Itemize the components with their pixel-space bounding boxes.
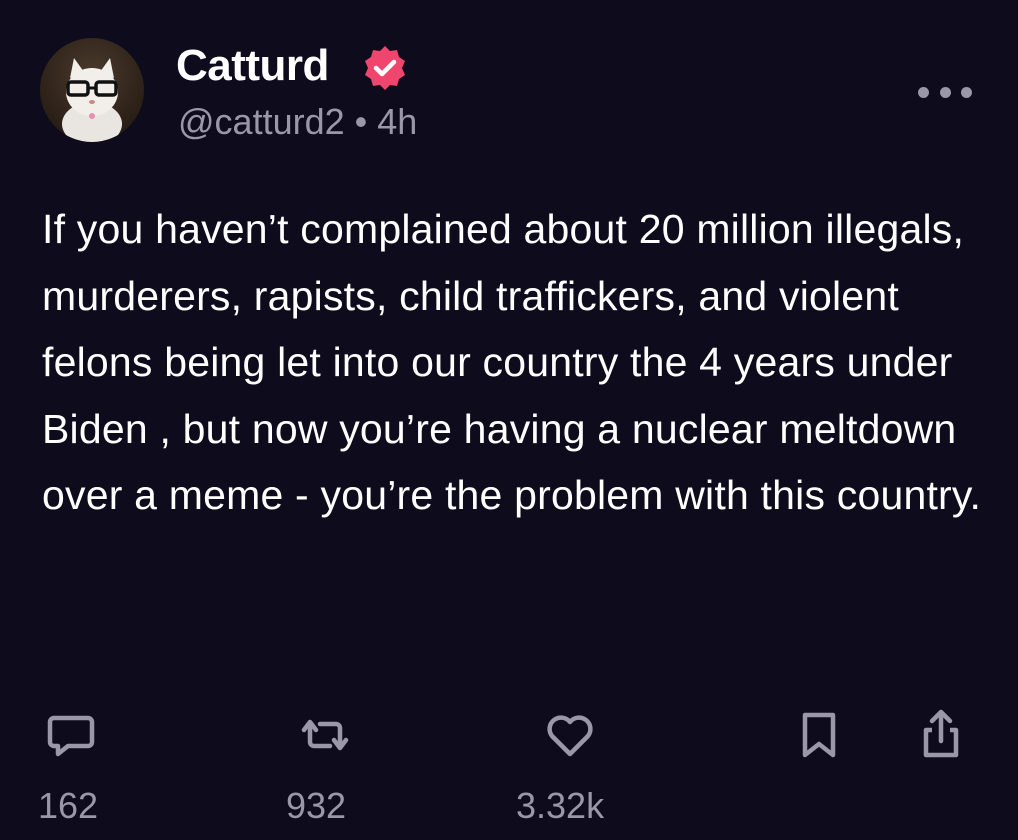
heart-icon [547,715,593,757]
more-horizontal-icon [918,86,929,98]
verified-badge-icon [365,46,405,90]
post-text: If you haven’t complained about 20 milli… [42,206,982,518]
post-timestamp[interactable]: 4h [377,101,417,142]
comment-bubble-icon [47,715,95,757]
more-options-button[interactable] [918,78,972,106]
more-dot [939,86,951,98]
post-card: Catturd @catturd2 • 4h If you haven’t comp… [0,0,1018,840]
repost-button[interactable] [298,708,352,762]
author-name[interactable]: Catturd [176,40,329,92]
reply-count: 162 [38,785,99,826]
avatar[interactable] [40,38,144,142]
handle-line: @catturd2 • 4h [178,100,417,144]
action-bar: 162 932 3.32k [0,700,1018,840]
share-button[interactable] [914,708,968,762]
reply-button[interactable] [44,708,98,762]
like-count: 3.32k [516,785,605,826]
repost-arrows-icon [301,719,349,751]
cat-avatar-image [62,58,122,142]
bookmark-icon [802,712,836,758]
repost-count: 932 [286,785,347,826]
separator-dot: • [354,101,368,142]
bookmark-button[interactable] [792,708,846,762]
share-icon [923,709,959,758]
more-dot [961,86,972,98]
author-handle[interactable]: @catturd2 [178,101,345,142]
like-button[interactable] [543,708,597,762]
